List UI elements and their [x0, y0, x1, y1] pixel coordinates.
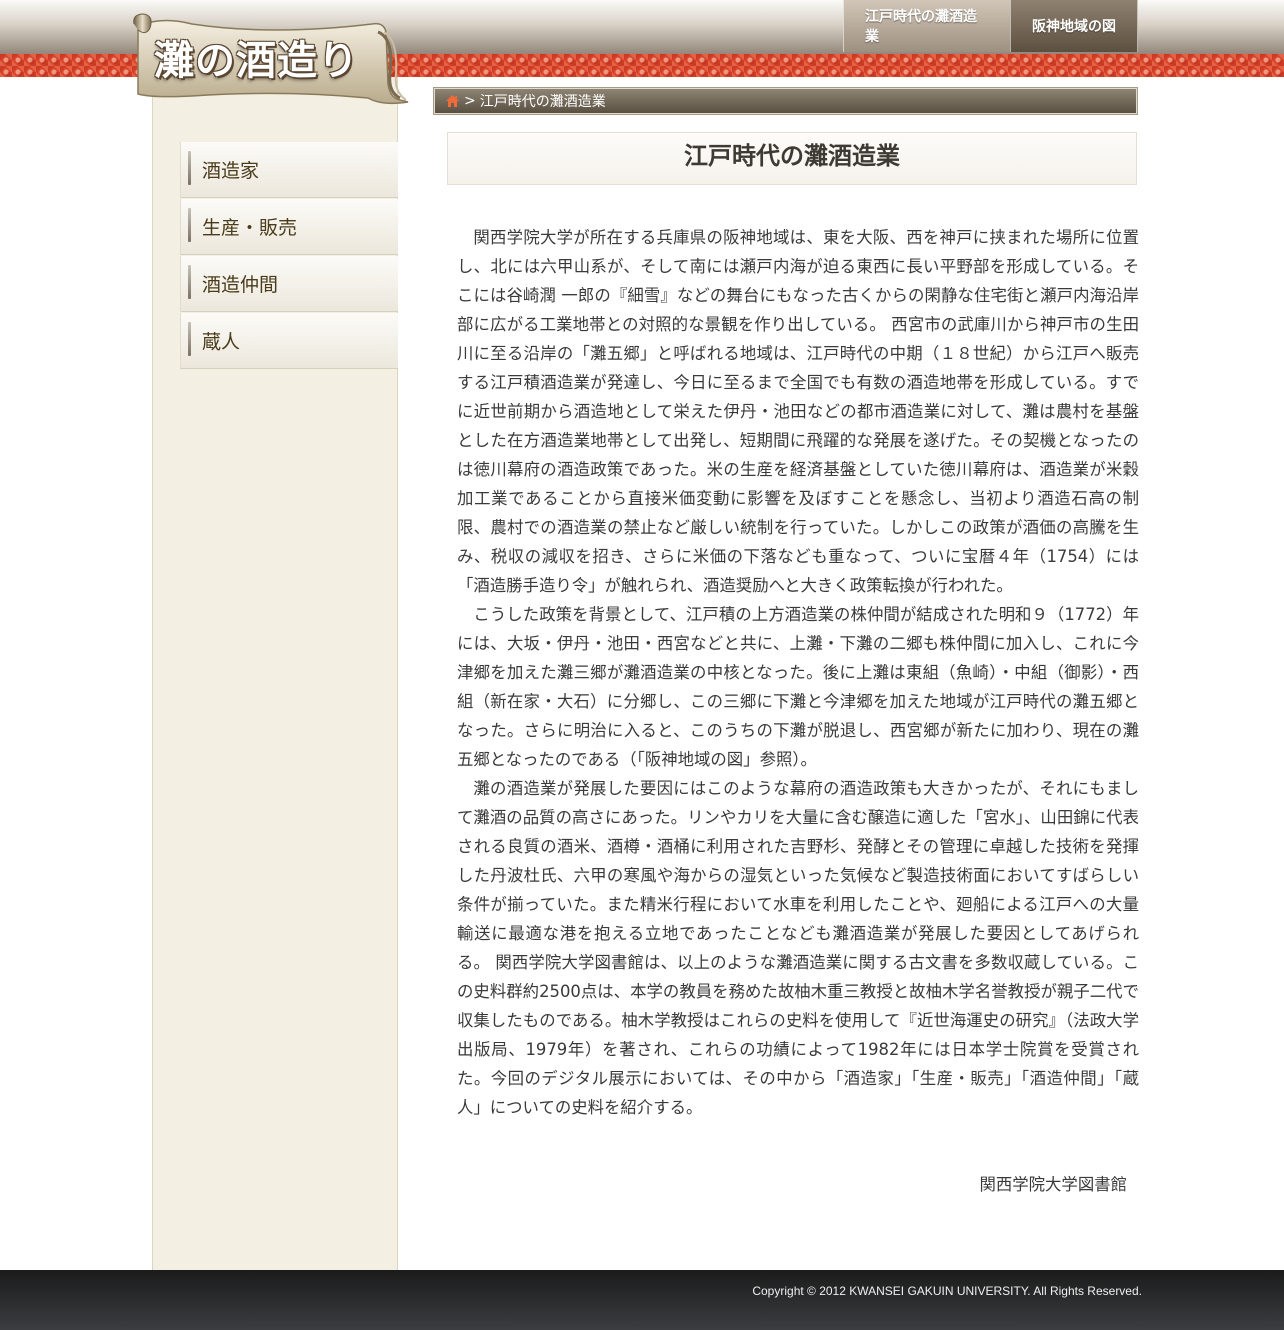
breadcrumb-current: 江戸時代の灘酒造業 [479, 94, 606, 110]
logo-text: 灘の酒造り [154, 37, 359, 84]
nav-item-edo-sake[interactable]: 江戸時代の灘酒造業 [843, 0, 1010, 52]
article-signature: 関西学院大学図書館 [979, 1175, 1127, 1194]
global-nav: 江戸時代の灘酒造業 阪神地域の図 [843, 0, 1138, 52]
page-title: 江戸時代の灘酒造業 [447, 132, 1137, 185]
article-paragraph: こうした政策を背景として、江戸積の上方酒造業の株仲間が結成された明和９（1772… [457, 605, 1139, 769]
sidebar-menu: 酒造家 生産・販売 酒造仲間 蔵人 [180, 142, 398, 370]
sidebar-item-kurabito[interactable]: 蔵人 [180, 313, 398, 369]
sidebar-item-label: 蔵人 [202, 331, 241, 353]
footer: Copyright © 2012 KWANSEI GAKUIN UNIVERSI… [0, 1270, 1284, 1330]
home-icon[interactable] [445, 94, 460, 108]
sidebar-item-production-sales[interactable]: 生産・販売 [180, 199, 398, 255]
sidebar-item-label: 酒造仲間 [202, 274, 279, 296]
sidebar: 酒造家 生産・販売 酒造仲間 蔵人 [152, 77, 398, 1270]
nav-item-hanshin-map[interactable]: 阪神地域の図 [1010, 0, 1138, 52]
sidebar-item-brewers[interactable]: 酒造家 [180, 142, 398, 198]
sidebar-item-label: 生産・販売 [202, 217, 298, 239]
copyright-text: Copyright © 2012 KWANSEI GAKUIN UNIVERSI… [752, 1284, 1142, 1298]
sidebar-item-brewers-guild[interactable]: 酒造仲間 [180, 256, 398, 312]
article-paragraph: 灘の酒造業が発展した要因にはこのような幕府の酒造政策も大きかったが、それにもまし… [457, 779, 1139, 1117]
sidebar-item-label: 酒造家 [202, 160, 260, 182]
breadcrumb-separator: > [464, 93, 476, 109]
article-paragraph: 関西学院大学が所在する兵庫県の阪神地域は、東を大阪、西を神戸に挟まれた場所に位置… [457, 228, 1139, 595]
article-body: 関西学院大学が所在する兵庫県の阪神地域は、東を大阪、西を神戸に挟まれた場所に位置… [457, 223, 1139, 1122]
breadcrumb: > 江戸時代の灘酒造業 [434, 88, 1137, 114]
